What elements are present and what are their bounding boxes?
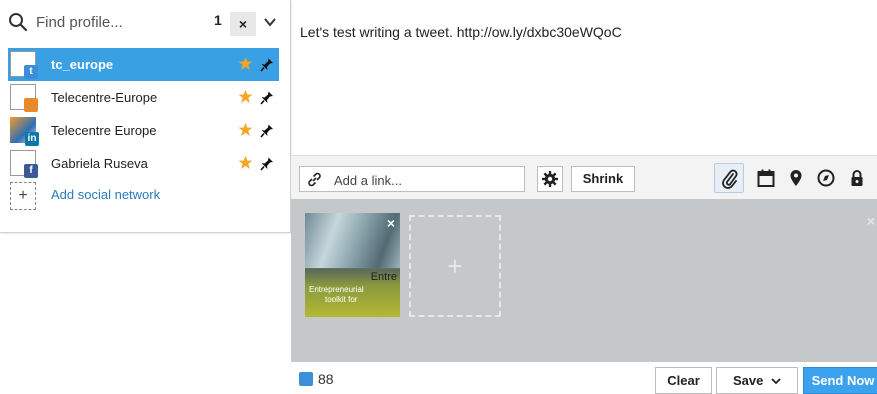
- character-count: 88: [318, 371, 334, 387]
- add-social-network-link[interactable]: Add social network: [51, 187, 160, 202]
- thumbnail-caption-line: Entrepreneurial: [309, 285, 364, 294]
- close-media-area-button[interactable]: ×: [867, 213, 875, 229]
- targeting-icon[interactable]: [816, 168, 836, 188]
- chevron-down-icon[interactable]: [262, 14, 278, 30]
- pin-icon[interactable]: [260, 55, 276, 72]
- link-settings-button[interactable]: [537, 166, 563, 192]
- profile-name: Telecentre-Europe: [51, 90, 158, 105]
- twitter-icon: [299, 372, 313, 386]
- add-icon: +: [10, 182, 36, 210]
- avatar: in: [10, 117, 39, 146]
- compose-footer: 88 Clear Save Send Now: [0, 362, 877, 394]
- compose-toolbar: Shrink: [291, 155, 877, 200]
- profile-search-row: 1 ×: [0, 0, 290, 44]
- profile-name: Gabriela Ruseva: [51, 156, 148, 171]
- attach-media-button[interactable]: [714, 163, 744, 193]
- lock-icon[interactable]: [847, 168, 867, 188]
- save-label: Save: [733, 373, 764, 388]
- chevron-down-icon: [771, 378, 781, 385]
- profile-name: tc_europe: [51, 57, 114, 72]
- paperclip-icon: [722, 169, 738, 189]
- selected-count: 1: [214, 12, 222, 28]
- find-profile-input[interactable]: [36, 10, 206, 34]
- location-pin-icon[interactable]: [786, 168, 806, 188]
- thumbnail-caption-line: toolkit for: [325, 295, 358, 304]
- pin-icon[interactable]: [260, 121, 276, 138]
- gear-icon: [542, 171, 558, 187]
- thumbnail-title: Entre: [370, 271, 397, 283]
- shrink-button[interactable]: Shrink: [571, 166, 635, 192]
- media-attachment-area: × × Entre Entrepreneurial toolkit for +: [291, 199, 877, 362]
- send-now-button[interactable]: Send Now: [803, 367, 877, 394]
- favorite-star-icon[interactable]: [238, 56, 253, 71]
- profile-row[interactable]: in Telecentre Europe: [8, 114, 279, 147]
- remove-media-button[interactable]: ×: [387, 215, 395, 231]
- profile-row[interactable]: Telecentre-Europe: [8, 81, 279, 114]
- add-link-input[interactable]: [334, 171, 514, 189]
- favorite-star-icon[interactable]: [238, 89, 253, 104]
- linkedin-icon: in: [25, 132, 39, 146]
- clear-selection-button[interactable]: ×: [230, 12, 256, 36]
- profile-name: Telecentre Europe: [51, 123, 157, 138]
- search-icon: [9, 13, 28, 32]
- organization-icon: [24, 98, 38, 112]
- avatar: [10, 84, 38, 112]
- profile-row[interactable]: t tc_europe: [8, 48, 279, 81]
- pin-icon[interactable]: [260, 88, 276, 105]
- profile-picker: 1 × t tc_europe Telecentre-Europe: [0, 0, 291, 233]
- message-text[interactable]: Let's test writing a tweet. http://ow.ly…: [300, 24, 622, 40]
- add-media-button[interactable]: +: [409, 215, 501, 317]
- profile-row[interactable]: f Gabriela Ruseva: [8, 147, 279, 180]
- clear-button[interactable]: Clear: [655, 367, 712, 394]
- facebook-icon: f: [24, 164, 38, 178]
- avatar: t: [10, 51, 38, 79]
- profile-list: t tc_europe Telecentre-Europe in Telecen…: [8, 48, 279, 213]
- link-icon: [308, 172, 321, 187]
- twitter-icon: t: [24, 65, 38, 79]
- thumbnail-photo: [305, 213, 400, 268]
- calendar-icon[interactable]: [756, 168, 776, 188]
- save-button[interactable]: Save: [716, 367, 798, 394]
- add-social-network-row[interactable]: + Add social network: [8, 180, 279, 213]
- avatar: f: [10, 150, 38, 178]
- media-thumbnail[interactable]: × Entre Entrepreneurial toolkit for: [305, 213, 400, 317]
- favorite-star-icon[interactable]: [238, 155, 253, 170]
- add-link-field[interactable]: [299, 166, 525, 192]
- pin-icon[interactable]: [260, 154, 276, 171]
- favorite-star-icon[interactable]: [238, 122, 253, 137]
